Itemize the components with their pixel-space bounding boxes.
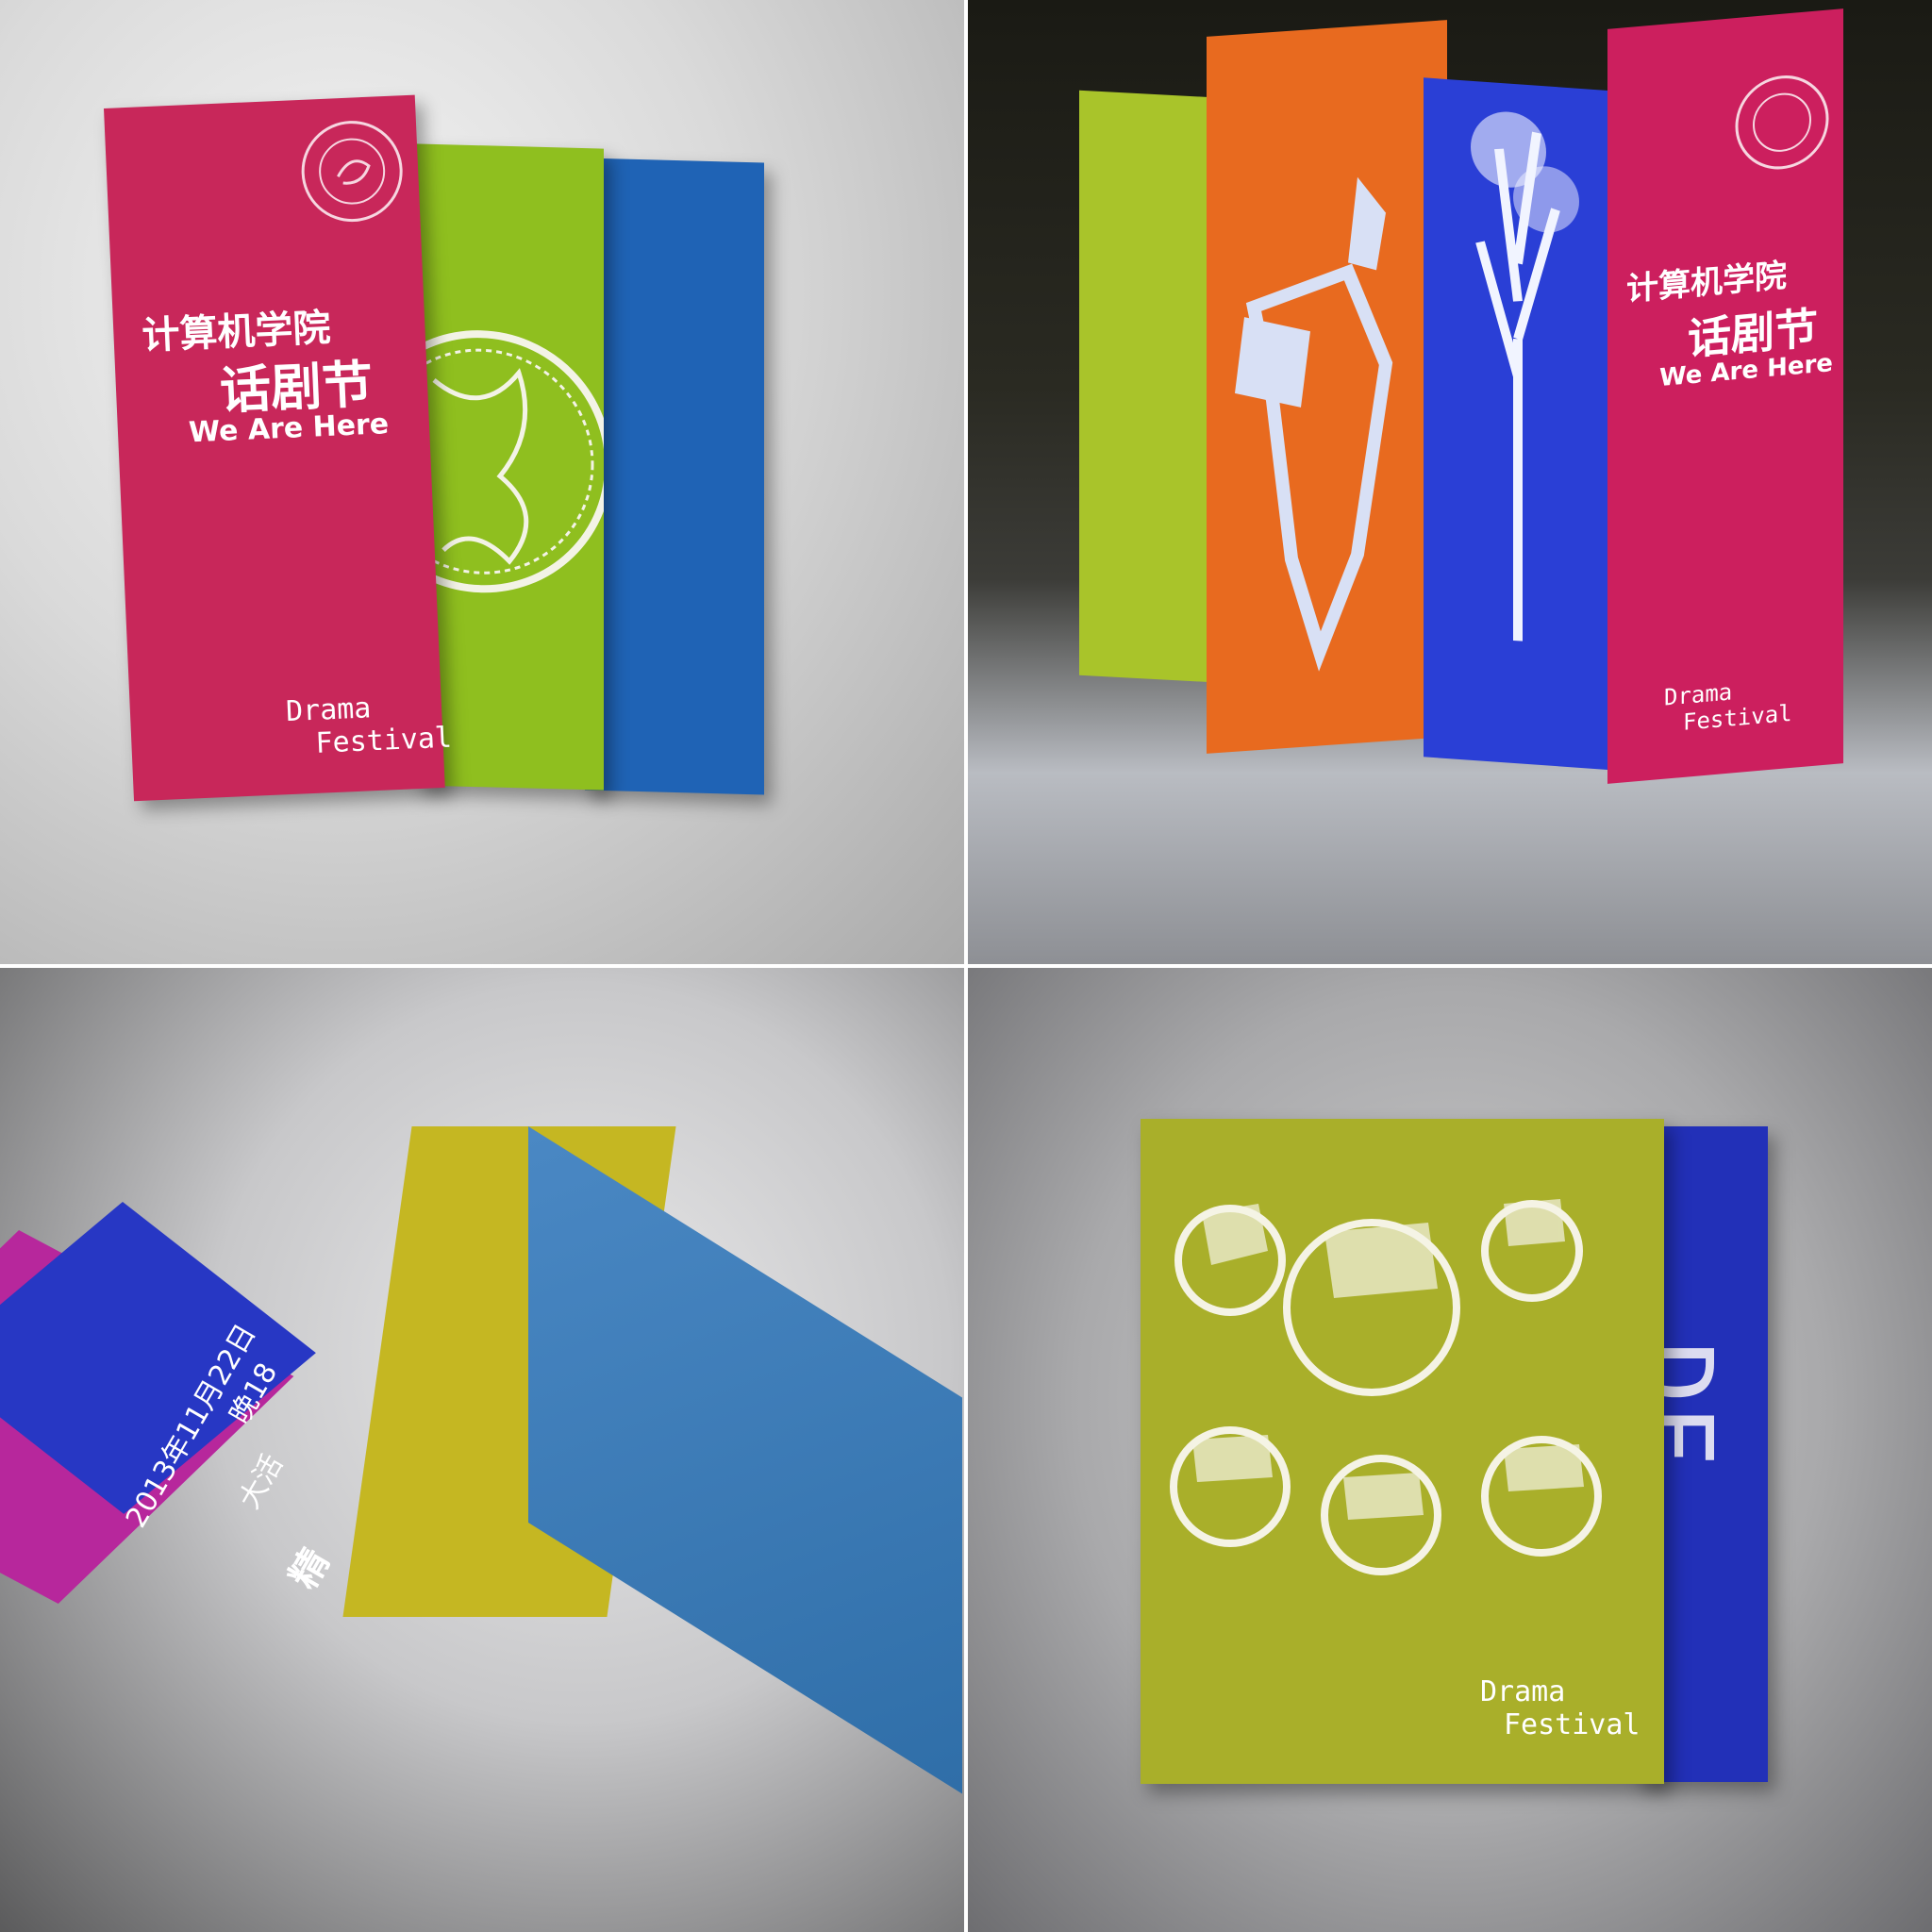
opera-figure-icon (1235, 176, 1393, 672)
tagline: We Are Here (188, 408, 390, 450)
magenta-cover-panel: 计算机学院 话剧节 We Are Here Drama Festival (104, 94, 453, 802)
green-panel (415, 143, 604, 791)
college-seal-icon (301, 121, 403, 223)
festival-label: Festival (314, 721, 453, 760)
sky-panel (528, 1126, 962, 1794)
orange-panel (1207, 20, 1447, 754)
royal-blue-panel (1424, 77, 1631, 772)
magenta-standing-panel: 计算机学院 话剧节 We Are Here Drama Festival (1607, 8, 1843, 784)
photo-brochure-zigzag: 2013年11月22日 晚18 大活 精 (0, 966, 966, 1932)
event-extra: 精 (281, 1541, 339, 1596)
lime-back-panel: Drama Festival (1141, 1119, 1664, 1784)
paper-cut-circle-icon (415, 330, 604, 593)
tree-icon (1471, 111, 1579, 641)
drama-label-back: Drama (1480, 1675, 1566, 1708)
photo-collage: 计算机学院 话剧节 We Are Here Drama Festival 计算机… (0, 0, 1932, 1932)
photo-brochure-back: DF Drama Festival (966, 966, 1932, 1932)
opera-faces-icon (1170, 1199, 1602, 1575)
festival-label-back: Festival (1504, 1708, 1641, 1741)
event-venue: 大活 (232, 1449, 291, 1515)
college-seal-icon-2 (1735, 75, 1829, 170)
drama-label: Drama (285, 691, 373, 729)
collage-divider-horizontal (0, 964, 1932, 968)
blue-panel (585, 158, 764, 795)
photo-brochure-standing: 计算机学院 话剧节 We Are Here Drama Festival (966, 0, 1932, 966)
photo-brochure-front: 计算机学院 话剧节 We Are Here Drama Festival (0, 0, 966, 966)
